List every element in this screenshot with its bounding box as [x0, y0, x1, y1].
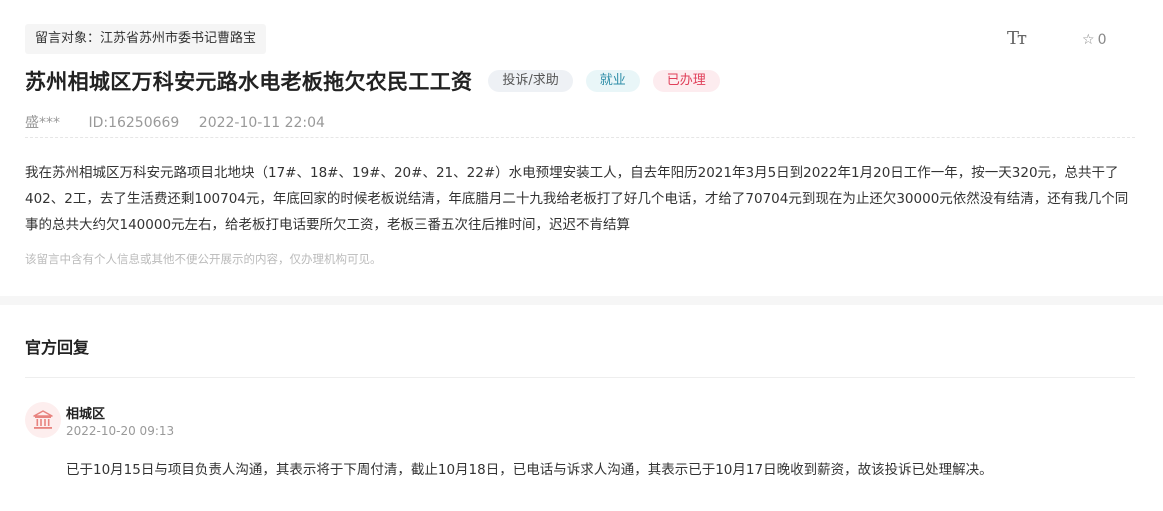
section-separator — [0, 296, 1163, 305]
message-content: 我在苏州相城区万科安元路项目北地块（17#、18#、19#、20#、21、22#… — [25, 165, 1129, 233]
font-size-icon[interactable]: Tт — [1007, 28, 1027, 49]
privacy-note: 该留言中含有个人信息或其他不便公开展示的内容，仅办理机构可见。 — [25, 252, 382, 266]
field-badge: 就业 — [585, 70, 640, 92]
reply-heading: 官方回复 — [25, 338, 90, 357]
title-row: 苏州相城区万科安元路水电老板拖欠农民工工资 投诉/求助 就业 已办理 — [25, 64, 720, 98]
author-name: 盛*** — [25, 115, 60, 131]
page-title: 苏州相城区万科安元路水电老板拖欠农民工工资 — [25, 70, 473, 94]
reply-datetime: 2022-10-20 09:13 — [66, 424, 175, 438]
reply-divider — [25, 377, 1135, 378]
reply-department: 相城区 — [66, 407, 106, 422]
meta-divider — [25, 137, 1135, 138]
message-meta: 盛*** ID:16250669 2022-10-11 22:04 — [25, 112, 349, 132]
status-badge: 已办理 — [652, 70, 720, 92]
favorite-button[interactable]: ☆ 0 — [1082, 32, 1106, 48]
message-target: 留言对象：江苏省苏州市委书记曹路宝 — [25, 24, 267, 54]
message-id: ID:16250669 — [88, 115, 180, 131]
message-datetime: 2022-10-11 22:04 — [198, 115, 325, 131]
favorite-count: 0 — [1097, 32, 1107, 48]
star-outline-icon: ☆ — [1082, 32, 1095, 48]
type-badge: 投诉/求助 — [488, 70, 573, 92]
government-building-icon — [33, 410, 53, 429]
department-avatar — [25, 402, 61, 438]
reply-content: 已于10月15日与项目负责人沟通，其表示将于下周付清，截止10月18日，已电话与… — [66, 462, 993, 478]
